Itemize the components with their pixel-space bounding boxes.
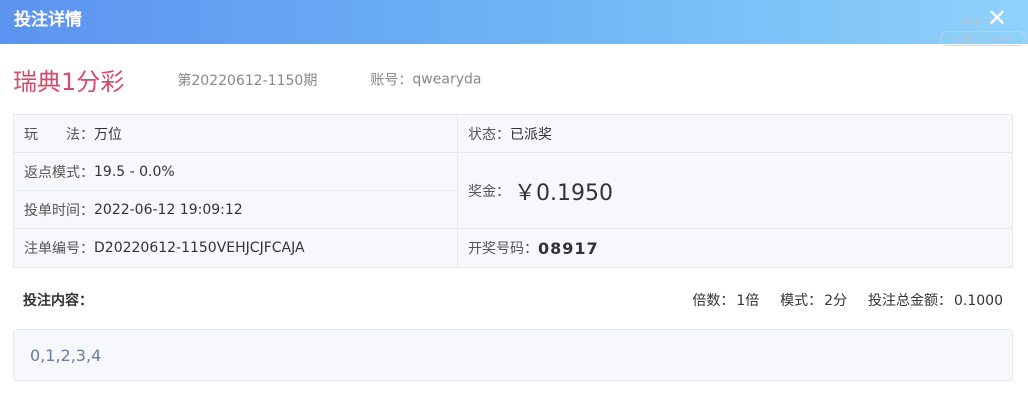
prize-label: 奖金：	[468, 183, 510, 200]
account-label: 账号：	[370, 72, 413, 89]
prize-value: ￥0.1950	[514, 180, 613, 206]
bet-content-meta: 倍数： 1倍 模式： 2分 投注总金额： 0.1000	[690, 290, 1003, 310]
bet-headline: 瑞典1分彩 第20220612-1150期 账号：qwearyda	[13, 62, 481, 98]
rebate-value: 19.5 - 0.0%	[94, 163, 175, 180]
multiplier-value: 1倍	[736, 293, 760, 309]
bet-time-cell: 投单时间： 2022-06-12 19:09:12	[14, 191, 457, 228]
order-number-label: 注单编号：	[24, 241, 94, 257]
mode-label: 模式：	[780, 293, 823, 309]
account-value: qwearyda	[412, 71, 482, 88]
total-amount-value: 0.1000	[954, 293, 1003, 309]
lottery-name: 瑞典1分彩	[13, 68, 125, 96]
watermark-line2: 回家14.com	[940, 31, 1026, 46]
prize-cell: 奖金： ￥0.1950	[458, 153, 1012, 228]
watermark-logo: 吾爱·分享 回家14.com	[940, 16, 1026, 50]
bet-time-label: 投单时间：	[24, 202, 94, 219]
bet-content-title: 投注内容：	[23, 293, 93, 309]
draw-number-value: 08917	[538, 238, 599, 258]
close-icon[interactable]: ✕	[986, 6, 1008, 30]
issue-number: 第20220612-1150期	[177, 72, 318, 89]
status-cell: 状态： 已派奖	[458, 115, 1012, 152]
play-cell: 玩 法： 万位	[14, 115, 457, 152]
play-value: 万位	[94, 126, 122, 143]
bet-content-header: 投注内容： 倍数： 1倍 模式： 2分 投注总金额： 0.1000	[13, 290, 1003, 310]
mode-value: 2分	[824, 293, 848, 309]
total-amount-label: 投注总金额：	[868, 293, 952, 309]
bet-numbers-box: 0,1,2,3,4	[13, 329, 1013, 381]
draw-number-label: 开奖号码：	[468, 241, 538, 257]
multiplier-label: 倍数：	[692, 293, 735, 309]
bet-info-table: 玩 法： 万位 状态： 已派奖 返点模式： 19.5 - 0.0% 奖金： ￥0…	[13, 114, 1013, 268]
order-number-value: D20220612-1150VEHJCJFCAJA	[94, 240, 305, 256]
dialog-title: 投注详情	[14, 10, 82, 30]
bet-detail-dialog: 投注详情 吾爱·分享 回家14.com ✕ 瑞典1分彩 第20220612-11…	[0, 0, 1028, 410]
rebate-cell: 返点模式： 19.5 - 0.0%	[14, 153, 457, 190]
bet-numbers: 0,1,2,3,4	[30, 345, 102, 365]
order-number-cell: 注单编号： D20220612-1150VEHJCJFCAJA	[14, 229, 457, 267]
bet-time-value: 2022-06-12 19:09:12	[94, 201, 243, 218]
play-label: 玩 法：	[24, 126, 94, 143]
status-value: 已派奖	[510, 126, 552, 143]
draw-number-cell: 开奖号码： 08917	[458, 229, 1012, 267]
dialog-titlebar: 投注详情 吾爱·分享 回家14.com ✕	[0, 0, 1028, 46]
status-label: 状态：	[468, 126, 510, 143]
rebate-label: 返点模式：	[24, 164, 94, 181]
